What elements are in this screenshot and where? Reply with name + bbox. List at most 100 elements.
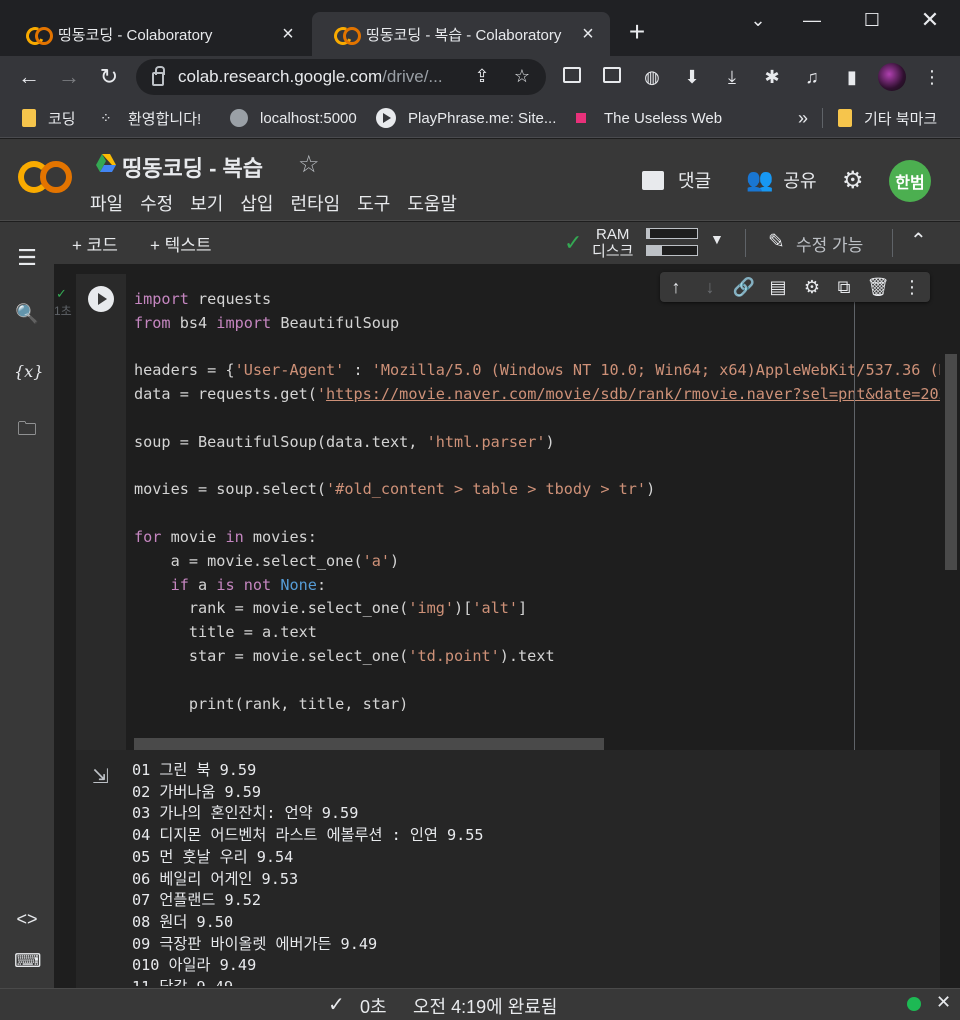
bookmark-coding[interactable]: 코딩	[22, 107, 76, 129]
extensions-puzzle-icon[interactable]: ✱	[760, 65, 784, 89]
resource-labels[interactable]: RAM 디스크	[592, 226, 633, 260]
bookmark-useless-web[interactable]: The Useless Web	[574, 107, 722, 129]
bookmark-playphrase[interactable]: PlayPhrase.me: Site...	[376, 107, 556, 129]
status-bar: ✓ 0초 오전 4:19에 완료됨 ✕	[0, 988, 960, 1020]
bookmark-other[interactable]: 기타 북마크	[838, 107, 937, 129]
new-tab-icon[interactable]: +	[624, 18, 650, 46]
settings-gear-icon[interactable]: ⚙	[842, 165, 864, 195]
star-icon[interactable]: ☆	[298, 150, 320, 179]
menu-help[interactable]: 도움말	[407, 190, 457, 216]
execution-time: 1초	[54, 304, 72, 318]
colab-logo[interactable]	[18, 161, 72, 193]
url-host: colab.research.google.com	[178, 67, 383, 86]
add-text-button[interactable]: + 텍스트	[150, 231, 212, 256]
browser-tab-1[interactable]: 띵동코딩 - Colaboratory ×	[4, 12, 310, 56]
reload-icon[interactable]: ↻	[94, 62, 124, 92]
browser-menu-icon[interactable]: ⋮	[920, 65, 944, 89]
share-label: 공유	[783, 171, 817, 191]
cell-settings-gear-icon[interactable]: ⚙	[800, 275, 824, 299]
bookmark-welcome[interactable]: ⁘ 환영합니다!	[100, 107, 201, 129]
menu-insert[interactable]: 삽입	[240, 190, 273, 216]
side-panel-icon[interactable]: ▮	[840, 65, 864, 89]
bookmark-label: 환영합니다!	[128, 110, 202, 128]
media-control-icon[interactable]: ♫	[800, 65, 824, 89]
cell-toolbar: ↑ ↓ 🔗 ▤ ⚙ ⧉ 🗑 ⋮	[660, 272, 930, 302]
close-tab-icon[interactable]: ×	[578, 23, 598, 46]
comment-label: 댓글	[678, 171, 712, 191]
files-folder-icon[interactable]: 🗀	[14, 417, 40, 443]
colab-toolbar: + 코드 + 텍스트 ✓ ▼ ✎ 수정 가능 ⌃	[0, 222, 960, 264]
folder-icon	[838, 109, 852, 127]
share-button[interactable]: 👥 공유	[746, 165, 817, 195]
ram-usage-bar	[646, 228, 698, 239]
mirror-cell-icon[interactable]: ⧉	[832, 275, 856, 299]
minimize-icon[interactable]: —	[794, 6, 830, 34]
menu-tools[interactable]: 도구	[357, 190, 390, 216]
maximize-icon[interactable]: ☐	[854, 6, 890, 34]
bookmarks-divider	[822, 108, 823, 128]
bookmark-localhost[interactable]: localhost:5000	[230, 107, 357, 129]
back-arrow-icon[interactable]: ←	[14, 62, 44, 92]
url-path: /drive/...	[382, 67, 443, 86]
share-page-icon[interactable]: ⇪	[470, 64, 494, 88]
folder-icon	[22, 109, 36, 127]
edit-mode-label[interactable]: 수정 가능	[796, 231, 863, 256]
colab-menu: 파일 수정 보기 삽입 런타임 도구 도움말	[90, 190, 474, 216]
menu-view[interactable]: 보기	[190, 190, 223, 216]
terminal-keyboard-icon[interactable]: ⌨	[14, 949, 41, 975]
disk-usage-bar	[646, 245, 698, 256]
variables-icon[interactable]: {x}	[14, 359, 43, 385]
status-close-icon[interactable]: ✕	[936, 992, 951, 1013]
status-completed: 오전 4:19에 완료됨	[413, 997, 558, 1017]
dots-icon: ⁘	[100, 109, 112, 126]
runtime-dropdown-icon[interactable]: ▼	[710, 231, 724, 247]
add-code-button[interactable]: + 코드	[72, 231, 118, 256]
notebook-title[interactable]: 띵동코딩 - 복습	[122, 151, 263, 183]
pink-square-icon	[576, 113, 586, 123]
vertical-scrollbar[interactable]	[945, 354, 957, 570]
horizontal-scrollbar[interactable]	[134, 738, 604, 750]
browser-tab-2-active[interactable]: 띵동코딩 - 복습 - Colaboratory ×	[312, 12, 610, 56]
extension-download-icon[interactable]: ⬇	[680, 65, 704, 89]
ram-label: RAM	[596, 226, 630, 243]
disk-label: 디스크	[592, 243, 634, 260]
window-close-icon[interactable]: ✕	[912, 6, 948, 34]
table-of-contents-icon[interactable]: ☰	[14, 245, 40, 271]
delete-trash-icon[interactable]: 🗑	[866, 275, 890, 299]
toolbar-divider	[892, 229, 893, 257]
code-snippets-icon[interactable]: <>	[14, 906, 40, 932]
bookmark-label: 코딩	[48, 110, 76, 128]
move-up-arrow-icon[interactable]: ↑	[664, 275, 688, 299]
output-text: 01 그린 북 9.59 02 가버나움 9.59 03 가나의 혼인잔치: 언…	[132, 761, 484, 986]
user-avatar[interactable]: 한범	[889, 160, 931, 202]
menu-edit[interactable]: 수정	[140, 190, 173, 216]
run-cell-button[interactable]	[88, 286, 114, 312]
bookmark-star-icon[interactable]: ☆	[510, 64, 534, 88]
extension-window-icon[interactable]	[600, 65, 624, 89]
colab-favicon-icon	[26, 27, 53, 45]
ram-usage-fill	[647, 229, 650, 238]
collapse-chevron-up-icon[interactable]: ⌃	[910, 228, 927, 253]
move-down-arrow-icon[interactable]: ↓	[698, 275, 722, 299]
menu-file[interactable]: 파일	[90, 190, 123, 216]
extension-save-icon[interactable]: ⤓	[720, 65, 744, 89]
forward-arrow-icon[interactable]: →	[54, 62, 84, 92]
more-options-icon[interactable]: ⋮	[900, 275, 924, 299]
search-icon[interactable]: 🔍	[14, 302, 40, 328]
comment-icon[interactable]: ▤	[766, 275, 790, 299]
extension-globe-icon[interactable]: ◍	[640, 65, 664, 89]
run-success-check-icon: ✓	[56, 286, 67, 301]
comment-button[interactable]: 댓글	[642, 165, 711, 195]
bookmarks-overflow-chevron[interactable]: »	[798, 107, 808, 129]
code-content[interactable]: import requests from bs4 import Beautifu…	[134, 288, 940, 716]
tab-search-chevron-icon[interactable]: ⌄	[740, 6, 776, 34]
menu-runtime[interactable]: 런타임	[291, 190, 341, 216]
output-actions-icon[interactable]: ⇲	[92, 764, 109, 789]
close-tab-icon[interactable]: ×	[278, 23, 298, 46]
extension-rainbow-icon[interactable]	[560, 65, 584, 89]
profile-avatar[interactable]	[878, 63, 906, 91]
tab-label: 띵동코딩 - Colaboratory	[58, 26, 213, 44]
code-editor[interactable]: import requests from bs4 import Beautifu…	[126, 274, 940, 750]
people-icon: 👥	[746, 167, 774, 192]
link-icon[interactable]: 🔗	[732, 275, 756, 299]
